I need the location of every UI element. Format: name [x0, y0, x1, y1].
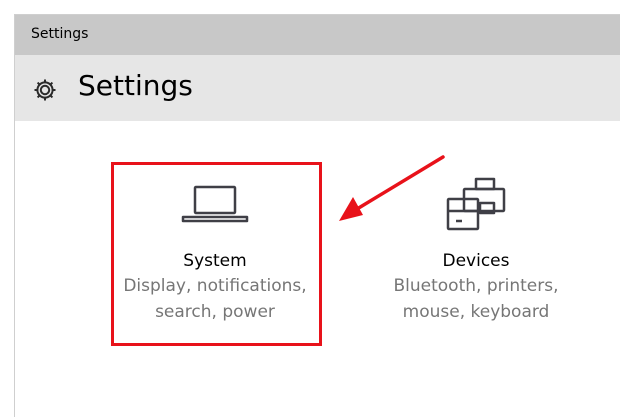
gear-icon [34, 79, 56, 101]
tile-devices-title: Devices [442, 251, 510, 271]
window-title: Settings [31, 26, 89, 42]
annotation-arrow [339, 155, 445, 221]
settings-content: System Display, notifications, search, p… [15, 121, 620, 417]
tile-devices-desc-line1: Bluetooth, printers, [393, 276, 559, 296]
settings-window: Settings Settings System Display, notifi… [14, 14, 620, 417]
tile-devices-desc-line2: mouse, keyboard [402, 302, 550, 322]
page-header: Settings [15, 55, 620, 121]
title-bar[interactable]: Settings [15, 15, 620, 55]
annotation-highlight-box [111, 162, 322, 346]
page-title: Settings [78, 69, 193, 102]
